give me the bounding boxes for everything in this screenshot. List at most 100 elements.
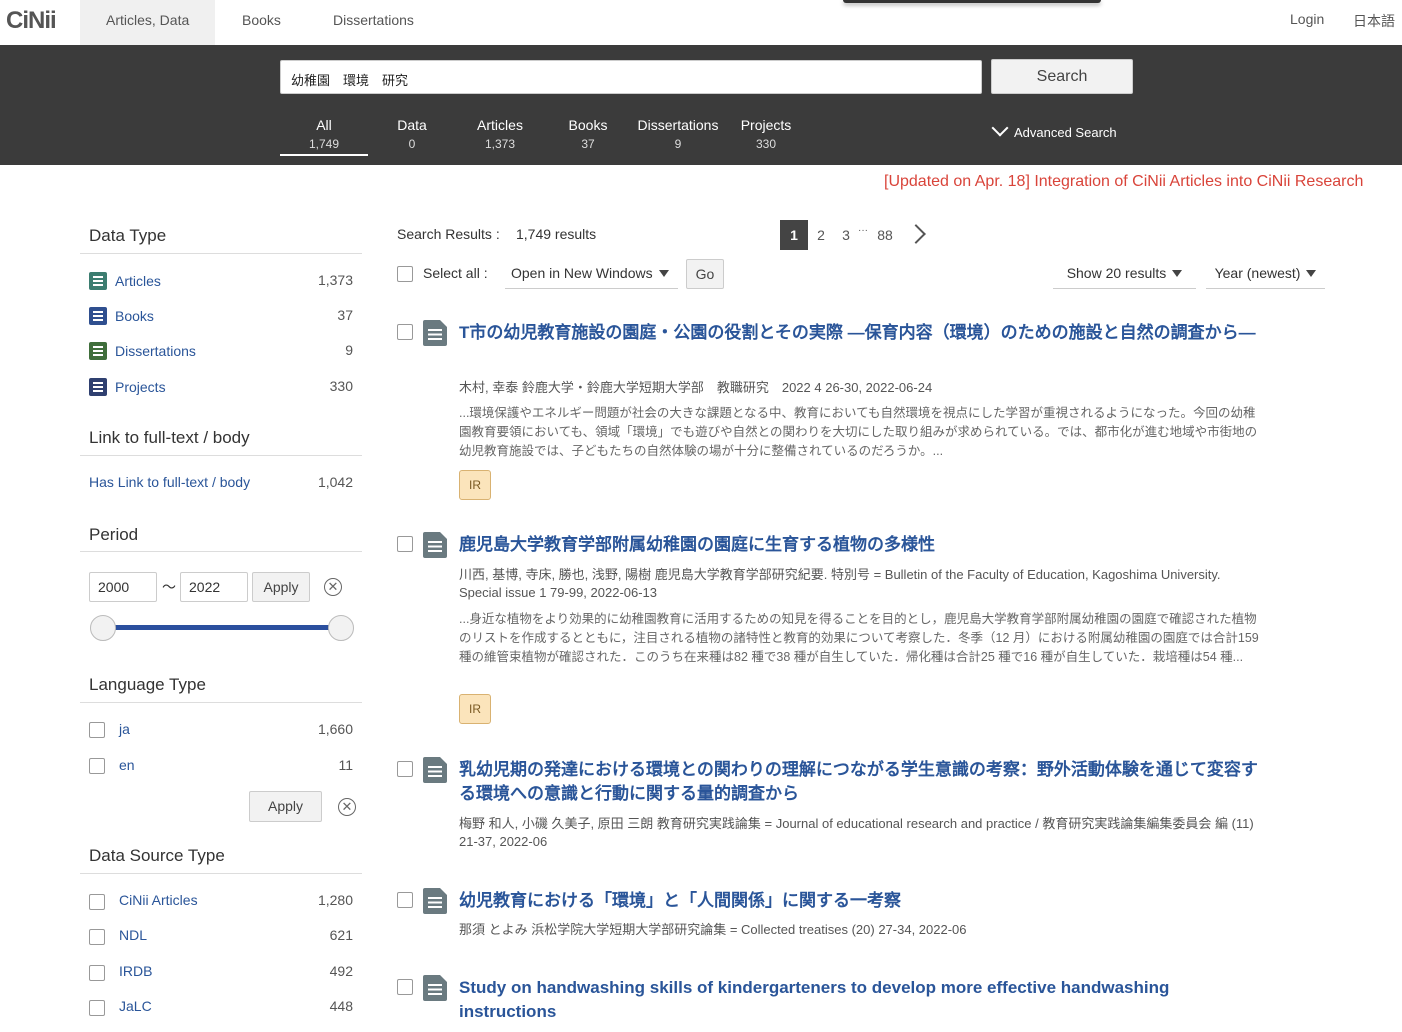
fulltext-heading: Link to full-text / body: [89, 428, 250, 447]
result-tab-books[interactable]: Books 37: [544, 117, 632, 151]
result-tab-data[interactable]: Data 0: [368, 117, 456, 151]
search-input[interactable]: 幼稚園 環境 研究: [280, 60, 982, 94]
search-results-count: 1,749 results: [516, 226, 597, 242]
go-button[interactable]: Go: [686, 259, 724, 289]
result-tab-articles[interactable]: Articles 1,373: [456, 117, 544, 151]
result-2-meta: 川西, 基博, 寺床, 勝也, 浅野, 陽樹 鹿児島大学教育学部研究紀要. 特別…: [459, 567, 1221, 600]
divider: [80, 253, 362, 254]
dissertation-icon: [89, 342, 107, 360]
result-2-title[interactable]: 鹿児島大学教育学部附属幼稚園の園庭に生育する植物の多様性: [459, 533, 1264, 557]
source-irdb-checkbox[interactable]: [89, 965, 105, 981]
filter-language-ja[interactable]: ja 1,660: [119, 721, 353, 737]
project-icon: [89, 378, 107, 396]
open-mode-select[interactable]: Open in New Windows: [505, 259, 678, 289]
source-cinii-checkbox[interactable]: [89, 894, 105, 910]
result-1-title[interactable]: T市の幼児教育施設の園庭・公園の役割とその実際 ―保育内容（環境）のための施設と…: [459, 321, 1264, 345]
result-5-title[interactable]: Study on handwashing skills of kindergar…: [459, 976, 1264, 1024]
filter-source-irdb[interactable]: IRDB 492: [119, 963, 353, 979]
sort-select[interactable]: Year (newest): [1206, 259, 1325, 289]
result-3-meta: 梅野 和人, 小磯 久美子, 原田 三朗 教育研究実践論集 = Journal …: [459, 816, 1254, 849]
period-apply-button[interactable]: Apply: [252, 572, 310, 602]
period-slider-min-handle[interactable]: [90, 615, 116, 641]
dropdown-arrow-icon: [1172, 270, 1183, 277]
divider: [80, 702, 362, 703]
language-apply-button[interactable]: Apply: [249, 791, 322, 822]
result-tab-projects[interactable]: Projects 330: [722, 117, 810, 151]
dropdown-arrow-icon: [1306, 270, 1317, 277]
result-2-checkbox[interactable]: [397, 536, 413, 552]
source-ndl-checkbox[interactable]: [89, 929, 105, 945]
article-icon: [423, 757, 447, 783]
article-icon: [423, 888, 447, 914]
result-tab-dissertations[interactable]: Dissertations 9: [632, 117, 724, 151]
nav-tab-dissertations[interactable]: Dissertations: [333, 0, 414, 45]
filter-source-ndl[interactable]: NDL 621: [119, 927, 353, 943]
filter-source-cinii[interactable]: CiNii Articles 1,280: [119, 892, 353, 908]
language-ja-checkbox[interactable]: [89, 722, 105, 738]
data-type-heading: Data Type: [89, 226, 167, 245]
language-switch[interactable]: 日本語: [1353, 11, 1395, 31]
book-icon: [89, 307, 107, 325]
advanced-search-link[interactable]: Advanced Search: [991, 119, 1117, 140]
result-1-ir-badge[interactable]: IR: [459, 470, 491, 500]
filter-has-fulltext[interactable]: Has Link to full-text / body 1,042: [89, 474, 353, 490]
period-slider-track: [103, 625, 341, 630]
language-heading: Language Type: [89, 675, 206, 694]
page-1[interactable]: 1: [780, 220, 808, 250]
top-navigation: CiNii Articles, Data Books Dissertations…: [0, 0, 1402, 45]
show-count-select[interactable]: Show 20 results: [1053, 259, 1196, 289]
period-from-input[interactable]: 2000: [89, 572, 157, 602]
result-4-checkbox[interactable]: [397, 892, 413, 908]
result-3-title[interactable]: 乳幼児期の発達における環境との関わりの理解につながる学生意識の考察：野外活動体験…: [459, 758, 1264, 806]
language-clear-icon[interactable]: ✕: [338, 798, 356, 816]
period-clear-icon[interactable]: ✕: [324, 578, 342, 596]
nav-tab-articles-data[interactable]: Articles, Data: [80, 0, 215, 45]
period-tilde: 〜: [162, 579, 176, 595]
select-all-label: Select all :: [423, 265, 488, 281]
filter-articles[interactable]: Articles 1,373: [89, 272, 353, 290]
article-icon: [423, 320, 447, 346]
search-band: 幼稚園 環境 研究 Search All 1,749 Data 0 Articl…: [0, 45, 1402, 165]
filter-language-en[interactable]: en 11: [119, 757, 353, 773]
period-slider-max-handle[interactable]: [328, 615, 354, 641]
page-88[interactable]: 88: [872, 220, 898, 250]
result-tab-all[interactable]: All 1,749: [280, 117, 368, 156]
source-heading: Data Source Type: [89, 846, 225, 865]
dropdown-arrow-icon: [658, 270, 669, 277]
divider: [80, 455, 362, 456]
login-link[interactable]: Login: [1290, 11, 1324, 27]
article-icon: [89, 272, 107, 290]
filter-dissertations[interactable]: Dissertations 9: [89, 342, 353, 360]
article-icon: [423, 532, 447, 558]
result-2-ir-badge[interactable]: IR: [459, 694, 491, 724]
cinii-logo[interactable]: CiNii: [6, 7, 57, 35]
divider: [80, 551, 362, 552]
search-results-label: Search Results :: [397, 226, 500, 242]
result-5-checkbox[interactable]: [397, 979, 413, 995]
nav-tab-books[interactable]: Books: [242, 0, 281, 45]
language-en-checkbox[interactable]: [89, 758, 105, 774]
period-to-input[interactable]: 2022: [180, 572, 248, 602]
result-4-title[interactable]: 幼児教育における「環境」と「人間関係」に関する一考察: [459, 889, 1264, 913]
filter-books[interactable]: Books 37: [89, 307, 353, 325]
filter-source-jalc[interactable]: JaLC 448: [119, 998, 353, 1014]
filter-projects[interactable]: Projects 330: [89, 378, 353, 396]
select-all-checkbox[interactable]: [397, 266, 413, 282]
result-2-snippet: ...身近な植物をより効果的に幼稚園教育に活用するための知見を得ることを目的とし…: [459, 612, 1259, 664]
page-ellipsis: ···: [858, 225, 868, 236]
result-3-checkbox[interactable]: [397, 761, 413, 777]
search-button[interactable]: Search: [991, 59, 1133, 94]
article-icon: [423, 975, 447, 1001]
popup-edge: [843, 0, 1101, 3]
page-3[interactable]: 3: [837, 220, 855, 250]
period-heading: Period: [89, 525, 139, 544]
result-1-checkbox[interactable]: [397, 324, 413, 340]
result-1-snippet: ...環境保護やエネルギー問題が社会の大きな課題となる中、教育においても自然環境…: [459, 406, 1258, 458]
next-page-icon[interactable]: [906, 224, 926, 244]
page-2[interactable]: 2: [812, 220, 830, 250]
chevron-down-icon: [991, 119, 1009, 137]
result-1-meta: 木村, 幸泰 鈴鹿大学・鈴鹿大学短期大学部 教職研究 2022 4 26-30,…: [459, 380, 933, 395]
update-notice-link[interactable]: [Updated on Apr. 18] Integration of CiNi…: [884, 173, 1363, 191]
source-jalc-checkbox[interactable]: [89, 1000, 105, 1016]
result-4-meta: 那須 とよみ 浜松学院大学短期大学部研究論集 = Collected treat…: [459, 922, 967, 937]
